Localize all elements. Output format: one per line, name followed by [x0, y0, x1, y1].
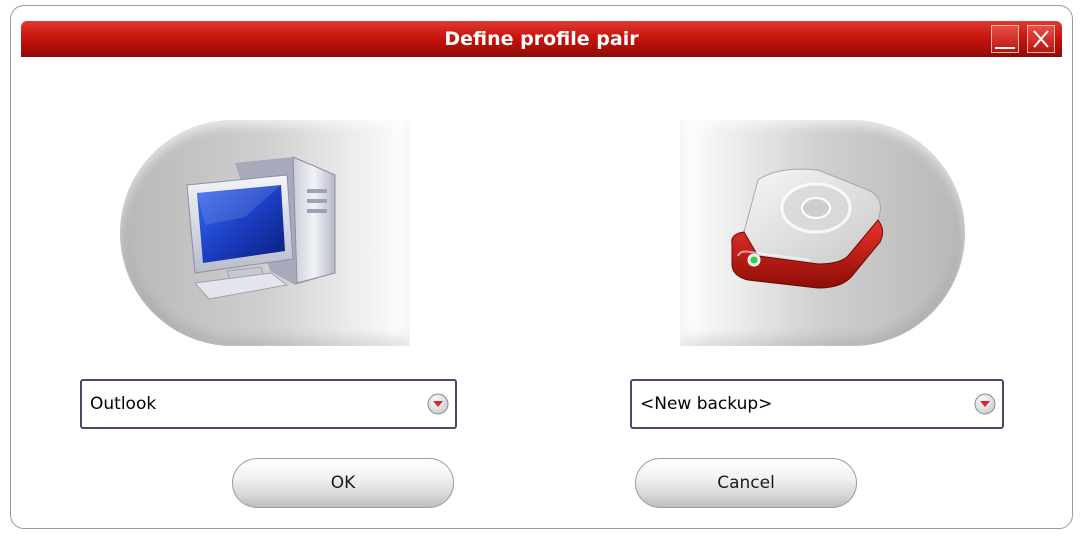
close-icon — [1033, 30, 1049, 48]
target-profile-value: <New backup> — [640, 394, 773, 414]
title-bar: Define profile pair — [21, 21, 1062, 57]
desktop-computer-icon — [175, 155, 355, 309]
target-profile-select[interactable]: <New backup> — [630, 379, 1004, 429]
source-profile-select[interactable]: Outlook — [80, 379, 457, 429]
close-button[interactable] — [1027, 25, 1055, 53]
chevron-down-icon[interactable] — [974, 393, 996, 415]
dialog-title: Define profile pair — [444, 28, 639, 50]
source-profile-value: Outlook — [90, 394, 157, 414]
ok-button[interactable]: OK — [232, 458, 454, 508]
minimize-button[interactable] — [991, 25, 1019, 53]
chevron-down-icon[interactable] — [427, 393, 449, 415]
cancel-button[interactable]: Cancel — [635, 458, 857, 508]
external-drive-icon — [718, 160, 898, 304]
